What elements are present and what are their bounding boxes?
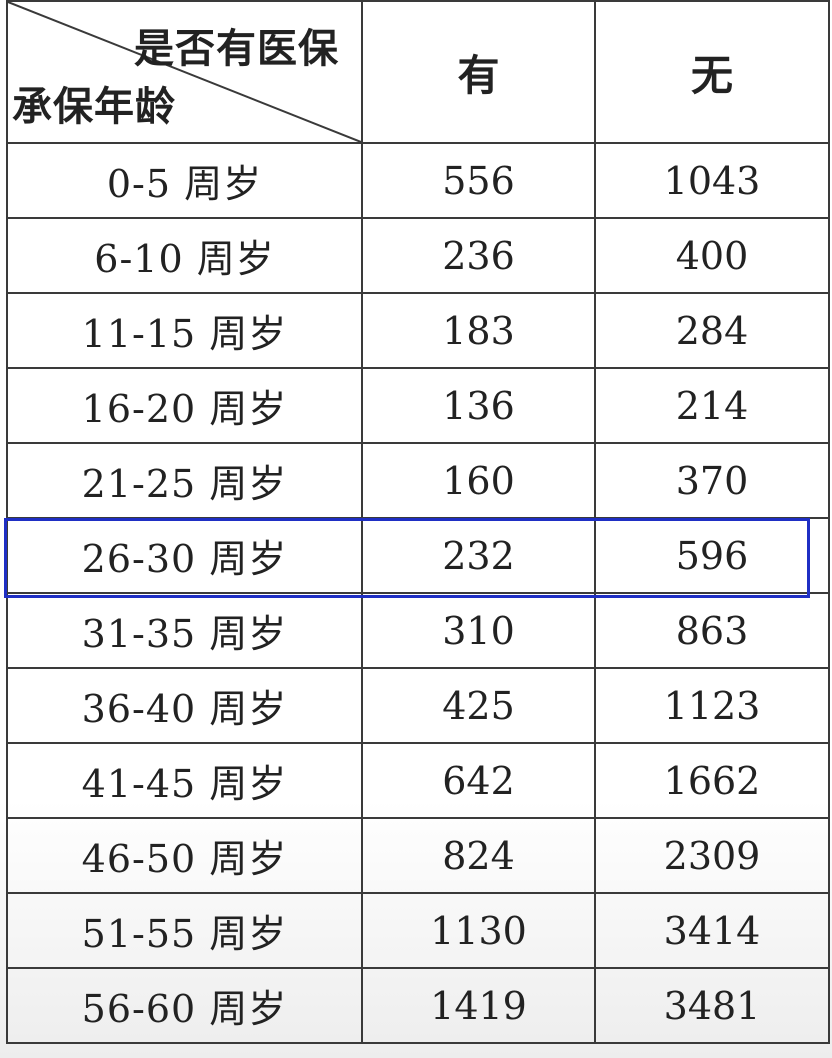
age-cell: 16-20 周岁 — [6, 367, 363, 444]
yes-value-cell: 236 — [361, 217, 596, 294]
insurance-status-label: 是否有医保 — [134, 26, 339, 72]
table-row: 36-40 周岁 425 1123 — [6, 667, 830, 744]
no-value-cell: 370 — [594, 442, 830, 519]
table-row: 16-20 周岁 136 214 — [6, 367, 830, 444]
no-value-cell: 596 — [594, 517, 830, 594]
table-row: 6-10 周岁 236 400 — [6, 217, 830, 294]
table-row: 31-35 周岁 310 863 — [6, 592, 830, 669]
yes-value-cell: 310 — [361, 592, 596, 669]
table-row: 56-60 周岁 1419 3481 — [6, 967, 830, 1044]
table-row: 0-5 周岁 556 1043 — [6, 142, 830, 219]
premium-table-page: 是否有医保 承保年龄 有 无 0-5 周岁 556 1043 6-10 周岁 2… — [0, 0, 832, 1058]
yes-value-cell: 160 — [361, 442, 596, 519]
yes-value-cell: 556 — [361, 142, 596, 219]
yes-value-cell: 1419 — [361, 967, 596, 1044]
no-value-cell: 863 — [594, 592, 830, 669]
no-value-cell: 1662 — [594, 742, 830, 819]
age-cell: 36-40 周岁 — [6, 667, 363, 744]
age-cell: 26-30 周岁 — [6, 517, 363, 594]
no-value-cell: 214 — [594, 367, 830, 444]
age-cell: 11-15 周岁 — [6, 292, 363, 369]
no-value-cell: 1123 — [594, 667, 830, 744]
table-row-highlighted: 26-30 周岁 232 596 — [6, 517, 830, 594]
table-row: 46-50 周岁 824 2309 — [6, 817, 830, 894]
yes-value-cell: 425 — [361, 667, 596, 744]
yes-value-cell: 1130 — [361, 892, 596, 969]
age-cell: 56-60 周岁 — [6, 967, 363, 1044]
column-header-no: 无 — [594, 0, 830, 144]
no-value-cell: 2309 — [594, 817, 830, 894]
no-value-cell: 284 — [594, 292, 830, 369]
no-value-cell: 1043 — [594, 142, 830, 219]
table-row: 21-25 周岁 160 370 — [6, 442, 830, 519]
table-header-row: 是否有医保 承保年龄 有 无 — [6, 0, 830, 144]
table-row: 11-15 周岁 183 284 — [6, 292, 830, 369]
age-cell: 0-5 周岁 — [6, 142, 363, 219]
no-value-cell: 400 — [594, 217, 830, 294]
age-cell: 41-45 周岁 — [6, 742, 363, 819]
diagonal-header-cell: 是否有医保 承保年龄 — [6, 0, 363, 144]
premium-table: 是否有医保 承保年龄 有 无 0-5 周岁 556 1043 6-10 周岁 2… — [6, 0, 830, 1044]
yes-value-cell: 136 — [361, 367, 596, 444]
age-cell: 31-35 周岁 — [6, 592, 363, 669]
yes-value-cell: 183 — [361, 292, 596, 369]
yes-value-cell: 642 — [361, 742, 596, 819]
table-row: 51-55 周岁 1130 3414 — [6, 892, 830, 969]
age-cell: 51-55 周岁 — [6, 892, 363, 969]
column-header-yes: 有 — [361, 0, 596, 144]
table-row: 41-45 周岁 642 1662 — [6, 742, 830, 819]
age-label: 承保年龄 — [12, 84, 176, 130]
no-value-cell: 3481 — [594, 967, 830, 1044]
yes-value-cell: 232 — [361, 517, 596, 594]
age-cell: 21-25 周岁 — [6, 442, 363, 519]
no-value-cell: 3414 — [594, 892, 830, 969]
age-cell: 46-50 周岁 — [6, 817, 363, 894]
age-cell: 6-10 周岁 — [6, 217, 363, 294]
yes-value-cell: 824 — [361, 817, 596, 894]
